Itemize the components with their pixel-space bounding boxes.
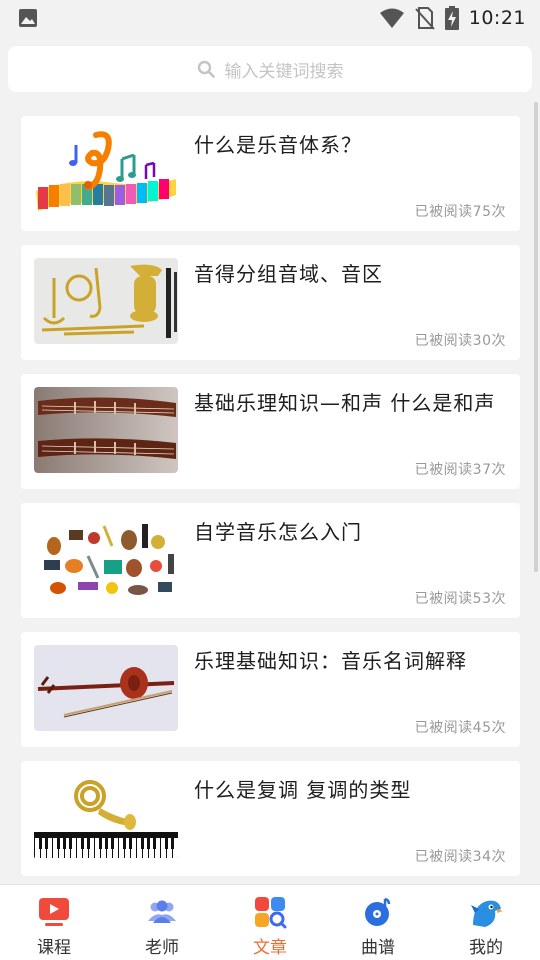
status-bar: 10:21 (0, 0, 540, 36)
article-title: 音得分组音域、音区 (194, 262, 383, 286)
wifi-icon (379, 8, 404, 28)
music-disc-icon (365, 897, 391, 926)
article-title: 什么是复调 复调的类型 (194, 778, 412, 802)
nav-label: 文章 (253, 938, 287, 958)
nav-item-teachers[interactable]: 老师 (108, 885, 216, 960)
image-notification-icon (19, 9, 37, 27)
article-grid-icon (255, 897, 287, 929)
search-placeholder: 输入关键词搜索 (224, 61, 344, 82)
read-count: 已被阅读45次 (414, 720, 506, 736)
nav-label: 曲谱 (361, 938, 395, 958)
nav-item-profile[interactable]: 我的 (432, 885, 540, 960)
bottom-nav: 课程 老师 文章 曲谱 我的 (0, 884, 540, 960)
thumbnail-music-notes-keyboard (34, 129, 178, 215)
nav-label: 课程 (37, 938, 71, 958)
nav-item-courses[interactable]: 课程 (0, 885, 108, 960)
article-title: 基础乐理知识—和声 什么是和声 (194, 391, 496, 415)
list-scrollbar[interactable] (534, 102, 538, 572)
battery-charging-icon (444, 6, 459, 30)
article-card[interactable]: 自学音乐怎么入门 已被阅读53次 (21, 503, 520, 618)
no-sim-icon (414, 7, 435, 30)
video-play-icon (39, 898, 69, 926)
read-count: 已被阅读30次 (414, 333, 506, 349)
article-card[interactable]: 什么是复调 复调的类型 已被阅读34次 (21, 761, 520, 876)
article-card[interactable]: 音得分组音域、音区 已被阅读30次 (21, 245, 520, 360)
article-card[interactable]: 乐理基础知识：音乐名词解释 已被阅读45次 (21, 632, 520, 747)
search-icon (197, 60, 215, 78)
read-count: 已被阅读34次 (414, 849, 506, 865)
bird-profile-icon (471, 900, 503, 927)
article-title: 乐理基础知识：音乐名词解释 (194, 649, 467, 673)
status-time: 10:21 (468, 7, 526, 29)
article-card[interactable]: 什么是乐音体系？ 已被阅读75次 (21, 116, 520, 231)
people-icon (148, 900, 176, 923)
article-title: 什么是乐音体系？ (194, 133, 362, 157)
thumbnail-brass-instruments (34, 258, 178, 344)
nav-item-articles[interactable]: 文章 (216, 885, 324, 960)
thumbnail-erhu (34, 645, 178, 731)
article-list[interactable]: 什么是乐音体系？ 已被阅读75次 音得分组音域、音区 已被阅读30次 基础乐理知… (0, 102, 540, 884)
article-title: 自学音乐怎么入门 (194, 520, 362, 544)
thumbnail-guzheng (34, 387, 178, 473)
search-input[interactable]: 输入关键词搜索 (8, 46, 532, 92)
nav-label: 我的 (469, 938, 503, 958)
read-count: 已被阅读37次 (414, 462, 506, 478)
nav-label: 老师 (145, 938, 179, 958)
thumbnail-instrument-collection (34, 516, 178, 602)
nav-item-sheet-music[interactable]: 曲谱 (324, 885, 432, 960)
thumbnail-french-horn-piano (34, 774, 178, 860)
read-count: 已被阅读75次 (414, 204, 506, 220)
read-count: 已被阅读53次 (414, 591, 506, 607)
article-card[interactable]: 基础乐理知识—和声 什么是和声 已被阅读37次 (21, 374, 520, 489)
